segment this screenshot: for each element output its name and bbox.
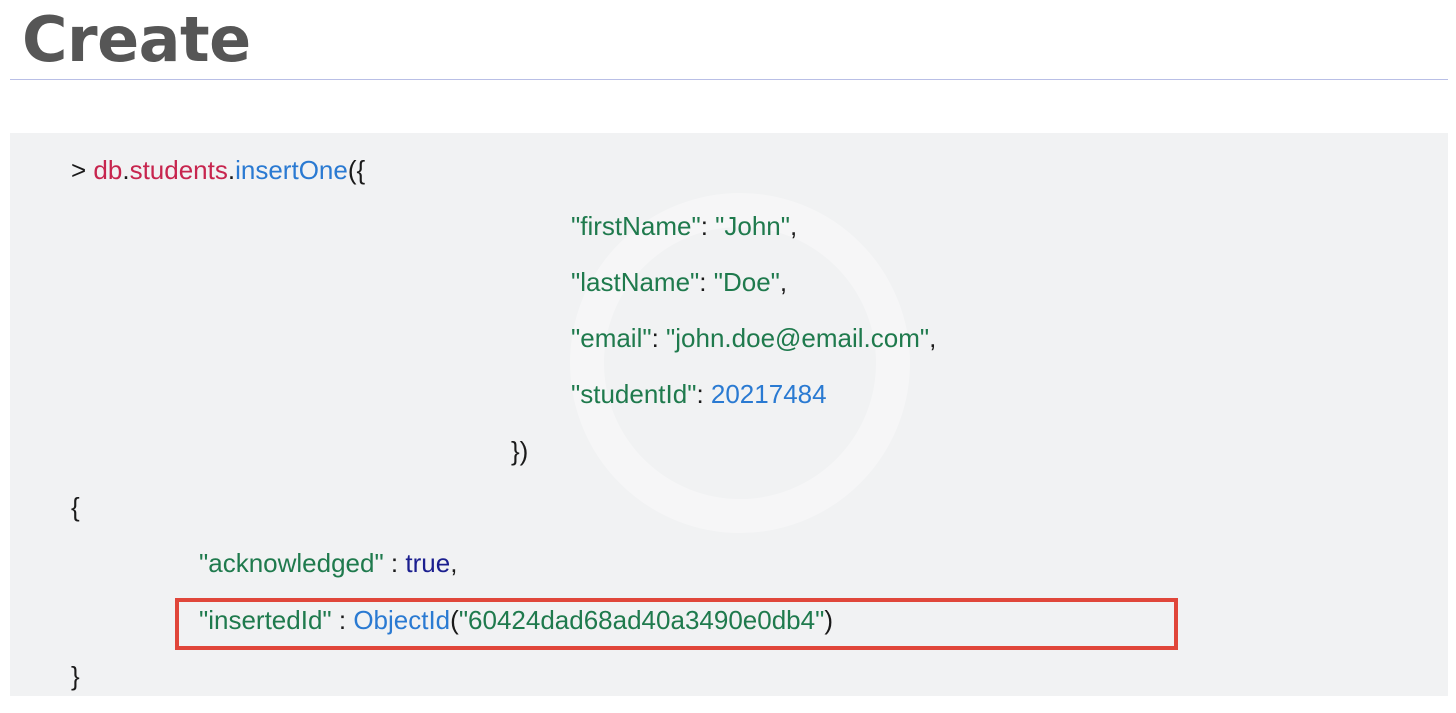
field-line-lastname: "lastName": "Doe", (571, 266, 787, 298)
field-sep: : (700, 211, 716, 241)
field-trail: , (779, 267, 788, 297)
collection-token: students (129, 155, 228, 185)
open-call-token: ({ (347, 155, 366, 185)
acknowledged-value: true (405, 548, 451, 578)
field-key: "lastName" (571, 267, 700, 297)
field-sep: : (696, 379, 711, 409)
field-sep: : (699, 267, 714, 297)
acknowledged-trail: , (450, 548, 458, 578)
field-key: "studentId" (571, 379, 697, 409)
acknowledged-line: "acknowledged" : true, (199, 547, 457, 579)
inserted-id-highlight-box (175, 598, 1178, 650)
slide-title: Create (22, 3, 251, 76)
close-call-token: }) (511, 436, 529, 466)
method-token: insertOne (235, 155, 348, 185)
field-line-firstname: "firstName": "John", (571, 210, 797, 242)
field-sep: : (651, 323, 667, 353)
field-value: "Doe" (713, 267, 780, 297)
watermark-ring (570, 193, 910, 533)
field-key: "firstName" (571, 211, 701, 241)
field-key: "email" (571, 323, 652, 353)
field-value: "john.doe@email.com" (666, 323, 930, 353)
field-trail: , (790, 211, 798, 241)
field-trail: , (929, 323, 937, 353)
command-line: > db.students.insertOne({ (71, 154, 365, 186)
db-token: db (93, 155, 123, 185)
acknowledged-sep: : (383, 548, 406, 578)
open-brace-token: { (71, 492, 80, 522)
field-line-studentid: "studentId": 20217484 (571, 378, 827, 410)
result-close-brace: } (71, 660, 80, 692)
field-line-email: "email": "john.doe@email.com", (571, 322, 936, 354)
dot-token: . (122, 155, 130, 185)
close-brace-token: } (71, 661, 80, 691)
result-open-brace: { (71, 491, 80, 523)
acknowledged-key: "acknowledged" (199, 548, 384, 578)
prompt-symbol: > (71, 155, 87, 185)
field-value: "John" (715, 211, 790, 241)
title-divider (10, 79, 1448, 80)
slide: Create > db.students.insertOne({ "firstN… (0, 0, 1456, 713)
field-value-number: 20217484 (710, 379, 827, 409)
close-call-line: }) (511, 435, 528, 467)
